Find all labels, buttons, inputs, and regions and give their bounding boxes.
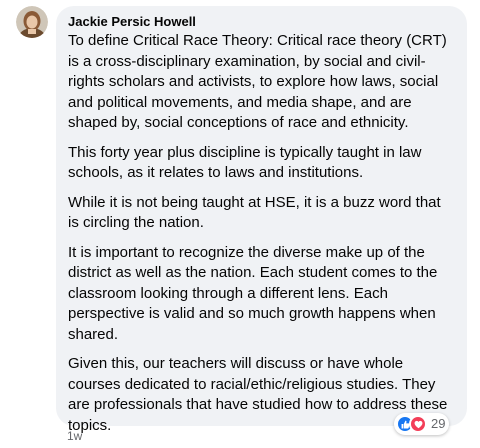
comment-timestamp[interactable]: 1w	[67, 429, 82, 443]
comment-paragraph: To define Critical Race Theory: Critical…	[68, 32, 447, 131]
reaction-count: 29	[431, 416, 446, 431]
avatar[interactable]	[16, 6, 48, 38]
comment-bubble: Jackie Persic Howell To define Critical …	[56, 6, 467, 434]
comment-paragraph: This forty year plus discipline is typic…	[68, 143, 422, 182]
reaction-summary[interactable]: 29	[394, 413, 450, 435]
comment-paragraph: While it is not being taught at HSE, it …	[68, 193, 441, 232]
comment-author-name[interactable]: Jackie Persic Howell	[68, 14, 455, 30]
comment-paragraph: It is important to recognize the diverse…	[68, 243, 438, 343]
comment: Jackie Persic Howell To define Critical …	[0, 0, 480, 448]
love-icon	[409, 415, 427, 433]
